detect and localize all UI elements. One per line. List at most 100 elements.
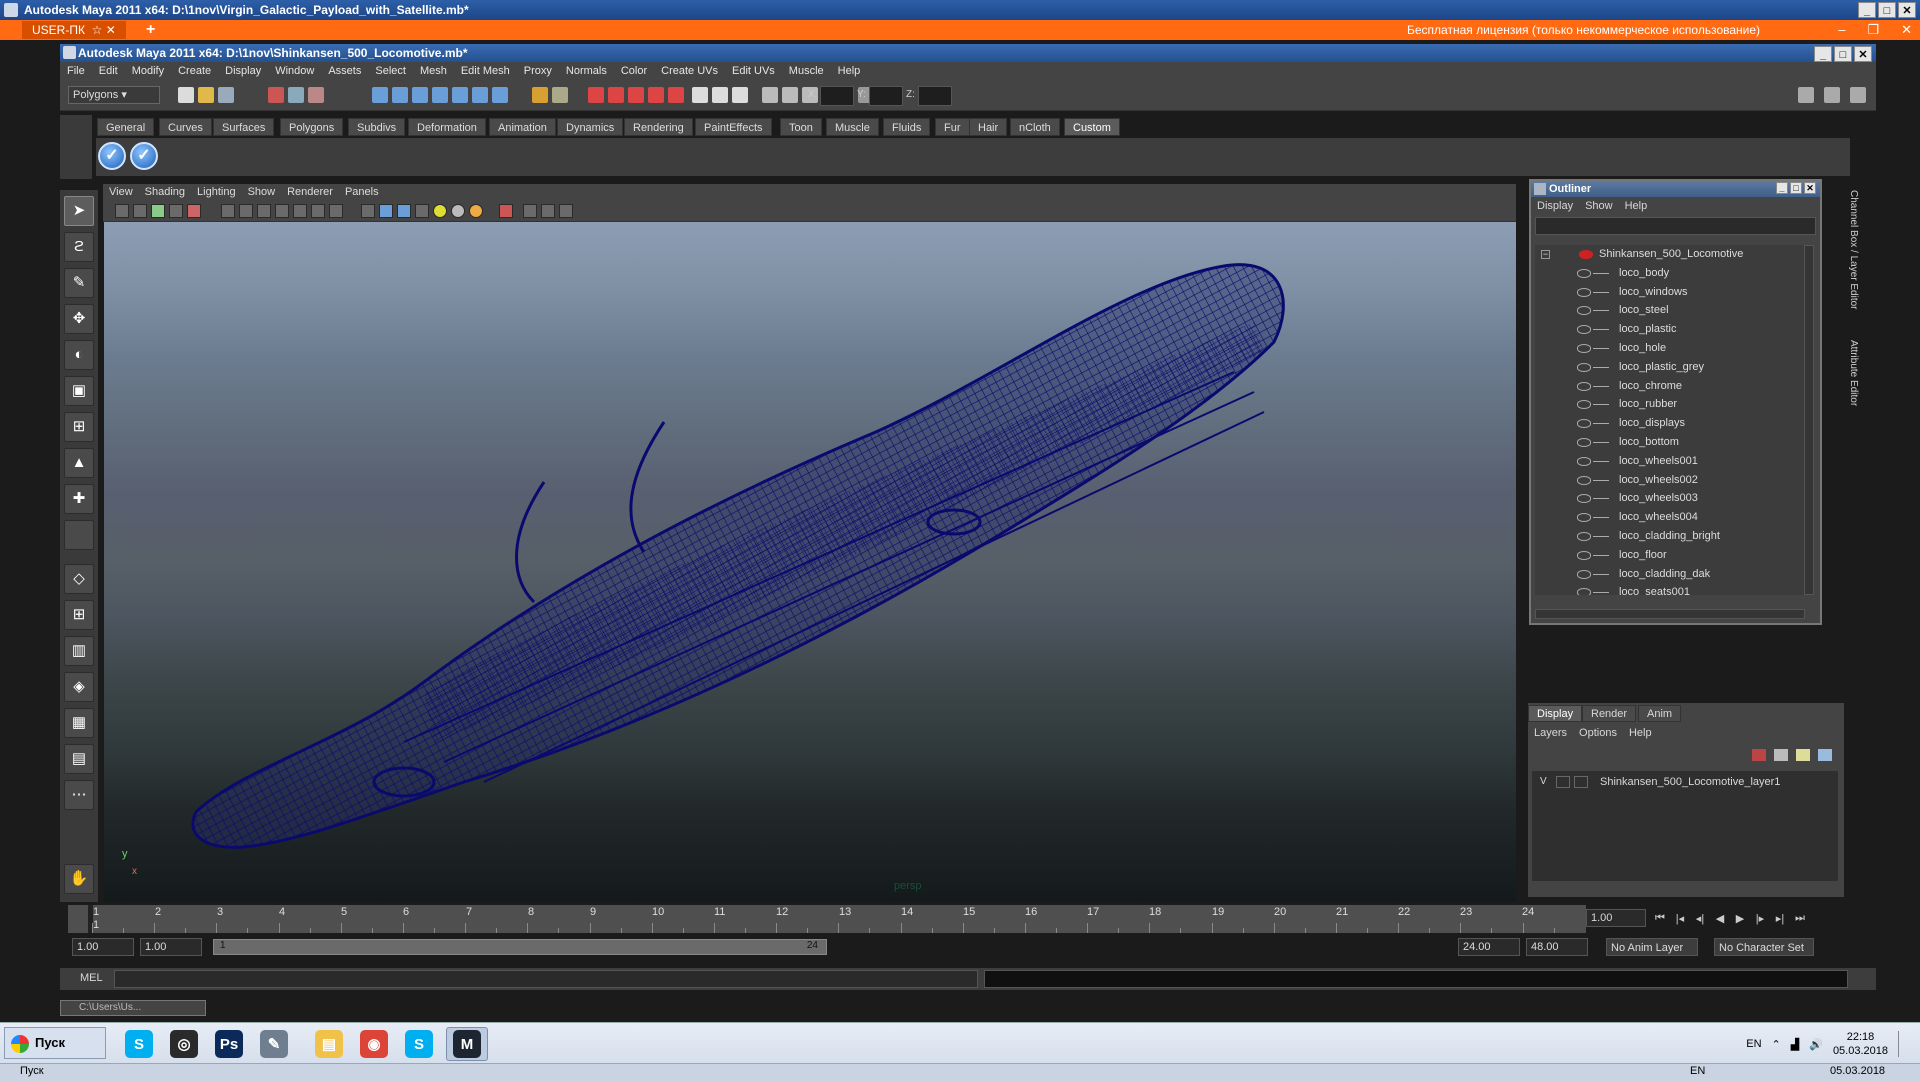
outliner-menu-show[interactable]: Show bbox=[1585, 197, 1613, 215]
outliner-item[interactable]: loco_windows bbox=[1535, 283, 1805, 302]
taskbar-chrome[interactable]: ◉ bbox=[353, 1027, 395, 1061]
maximize-button[interactable]: □ bbox=[1878, 2, 1896, 18]
image-plane-icon[interactable] bbox=[151, 204, 165, 218]
wireframe-icon[interactable] bbox=[361, 204, 375, 218]
toggle-attribute-editor-icon[interactable] bbox=[1824, 87, 1840, 103]
clock[interactable]: 22:18 05.03.2018 bbox=[1833, 1030, 1888, 1058]
taskbar-steam[interactable]: ◎ bbox=[163, 1027, 205, 1061]
hypershade-icon[interactable] bbox=[648, 87, 664, 103]
minimized-window[interactable]: C:\Users\Us... bbox=[60, 1000, 206, 1016]
layer-menu-options[interactable]: Options bbox=[1579, 727, 1617, 739]
secondary-start-label[interactable]: Пуск bbox=[20, 1065, 44, 1077]
collapse-icon[interactable]: − bbox=[1541, 250, 1550, 259]
channel-box-tab[interactable]: Channel Box / Layer Editor bbox=[1848, 190, 1859, 310]
session-restore-button[interactable]: ❐ bbox=[1867, 20, 1879, 40]
layer-menu-help[interactable]: Help bbox=[1629, 727, 1652, 739]
session-tab[interactable]: USER-ПК ☆ ✕ bbox=[22, 21, 126, 39]
outliner-item[interactable]: loco_wheels004 bbox=[1535, 508, 1805, 527]
outliner-item[interactable]: loco_steel bbox=[1535, 301, 1805, 320]
snap-grid-icon[interactable] bbox=[372, 87, 388, 103]
outliner-menu-display[interactable]: Display bbox=[1537, 197, 1573, 215]
outliner-item[interactable]: loco_cladding_bright bbox=[1535, 527, 1805, 546]
menu-edit-uvs[interactable]: Edit UVs bbox=[732, 62, 775, 81]
scale-tool-icon[interactable]: ▣ bbox=[64, 376, 94, 406]
menu-mesh[interactable]: Mesh bbox=[420, 62, 447, 81]
shelf-tab-ncloth[interactable]: nCloth bbox=[1010, 118, 1060, 136]
show-desktop-button[interactable] bbox=[1898, 1031, 1910, 1057]
persp-graph-layout-icon[interactable]: ◈ bbox=[64, 672, 94, 702]
taskbar-maya-launcher[interactable]: ✎ bbox=[253, 1027, 295, 1061]
isolate-select-icon[interactable] bbox=[499, 204, 513, 218]
outliner-item[interactable]: loco_displays bbox=[1535, 414, 1805, 433]
step-back-frame-icon[interactable]: |◂ bbox=[1670, 912, 1690, 925]
menu-muscle[interactable]: Muscle bbox=[789, 62, 824, 81]
ipr-render-icon[interactable] bbox=[608, 87, 624, 103]
outliner-vertical-scrollbar[interactable] bbox=[1804, 245, 1814, 595]
relative-transform-icon[interactable] bbox=[732, 87, 748, 103]
shelf-tab-muscle[interactable]: Muscle bbox=[826, 118, 879, 136]
go-to-end-icon[interactable]: ⏭ bbox=[1790, 912, 1810, 925]
backface-culling-icon[interactable] bbox=[559, 204, 573, 218]
shelf-tab-painteffects[interactable]: PaintEffects bbox=[695, 118, 772, 136]
menu-edit-mesh[interactable]: Edit Mesh bbox=[461, 62, 510, 81]
shelf-tab-fur[interactable]: Fur bbox=[935, 118, 970, 136]
outliner-minimize-button[interactable]: _ bbox=[1776, 182, 1788, 194]
outliner-item[interactable]: loco_wheels001 bbox=[1535, 452, 1805, 471]
outliner-item[interactable]: loco_wheels002 bbox=[1535, 471, 1805, 490]
maya-minimize-button[interactable]: _ bbox=[1814, 46, 1832, 62]
close-button[interactable]: ✕ bbox=[1898, 2, 1916, 18]
shelf-tab-toon[interactable]: Toon bbox=[780, 118, 822, 136]
start-time-field[interactable]: 1.00 bbox=[72, 938, 134, 956]
snap-plane-icon[interactable] bbox=[432, 87, 448, 103]
two-d-pan-zoom-icon[interactable] bbox=[169, 204, 183, 218]
network-icon[interactable]: ▟ bbox=[1791, 1038, 1799, 1051]
step-forward-key-icon[interactable]: |▸ bbox=[1750, 912, 1770, 925]
check-icon[interactable]: ✓ bbox=[130, 142, 158, 170]
lock-icon[interactable] bbox=[532, 87, 548, 103]
session-close-button[interactable]: ✕ bbox=[1901, 20, 1912, 40]
tool-settings-icon[interactable]: ✋ bbox=[64, 864, 94, 894]
show-manipulator-icon[interactable]: ✚ bbox=[64, 484, 94, 514]
wireframe-on-shaded-icon[interactable] bbox=[397, 204, 411, 218]
taskbar-maya[interactable]: M bbox=[446, 1027, 488, 1061]
end-time-field[interactable]: 48.00 bbox=[1526, 938, 1588, 956]
snap-point-icon[interactable] bbox=[412, 87, 428, 103]
session-minimize-button[interactable]: – bbox=[1838, 20, 1845, 40]
maya-close-button[interactable]: ✕ bbox=[1854, 46, 1872, 62]
render-view-icon[interactable] bbox=[668, 87, 684, 103]
shelf-tab-subdivs[interactable]: Subdivs bbox=[348, 118, 406, 136]
lasso-tool-icon[interactable]: ϩ bbox=[64, 232, 94, 262]
history-icon[interactable] bbox=[472, 87, 488, 103]
menu-create[interactable]: Create bbox=[178, 62, 211, 81]
gate-mask-icon[interactable] bbox=[275, 204, 289, 218]
input-line-icon[interactable] bbox=[692, 87, 708, 103]
panel-menu-panels[interactable]: Panels bbox=[345, 184, 379, 200]
taskbar-skype-2[interactable]: S bbox=[398, 1027, 440, 1061]
menu-normals[interactable]: Normals bbox=[566, 62, 607, 81]
anim-layer-dropdown[interactable]: No Anim Layer bbox=[1606, 938, 1698, 956]
outliner-horizontal-scrollbar[interactable] bbox=[1535, 609, 1805, 619]
play-backward-icon[interactable]: ◀ bbox=[1710, 912, 1730, 925]
command-language-label[interactable]: MEL bbox=[80, 972, 103, 984]
shelf-tab-surfaces[interactable]: Surfaces bbox=[213, 118, 275, 136]
shelf-tab-general[interactable]: General bbox=[97, 118, 155, 136]
play-forward-icon[interactable]: ▶ bbox=[1730, 912, 1750, 925]
outliner-root-item[interactable]: − Shinkansen_500_Locomotive bbox=[1535, 245, 1805, 264]
panel-menu-show[interactable]: Show bbox=[248, 184, 276, 200]
textured-icon[interactable] bbox=[415, 204, 429, 218]
save-scene-icon[interactable] bbox=[218, 87, 234, 103]
check-icon[interactable]: ✓ bbox=[98, 142, 126, 170]
film-gate-icon[interactable] bbox=[239, 204, 253, 218]
select-tool-icon[interactable]: ➤ bbox=[64, 196, 94, 226]
persp-outliner-layout-icon[interactable]: ▥ bbox=[64, 636, 94, 666]
use-all-lights-icon[interactable] bbox=[433, 204, 447, 218]
menu-window[interactable]: Window bbox=[275, 62, 314, 81]
shelf-tab-animation[interactable]: Animation bbox=[489, 118, 556, 136]
outliner-item[interactable]: loco_plastic bbox=[1535, 320, 1805, 339]
shelf-tab-rendering[interactable]: Rendering bbox=[624, 118, 693, 136]
absolute-transform-icon[interactable] bbox=[712, 87, 728, 103]
z-coord-field[interactable] bbox=[918, 86, 952, 106]
field-chart-icon[interactable] bbox=[293, 204, 307, 218]
universal-manipulator-icon[interactable]: ⊞ bbox=[64, 412, 94, 442]
maya-maximize-button[interactable]: □ bbox=[1834, 46, 1852, 62]
